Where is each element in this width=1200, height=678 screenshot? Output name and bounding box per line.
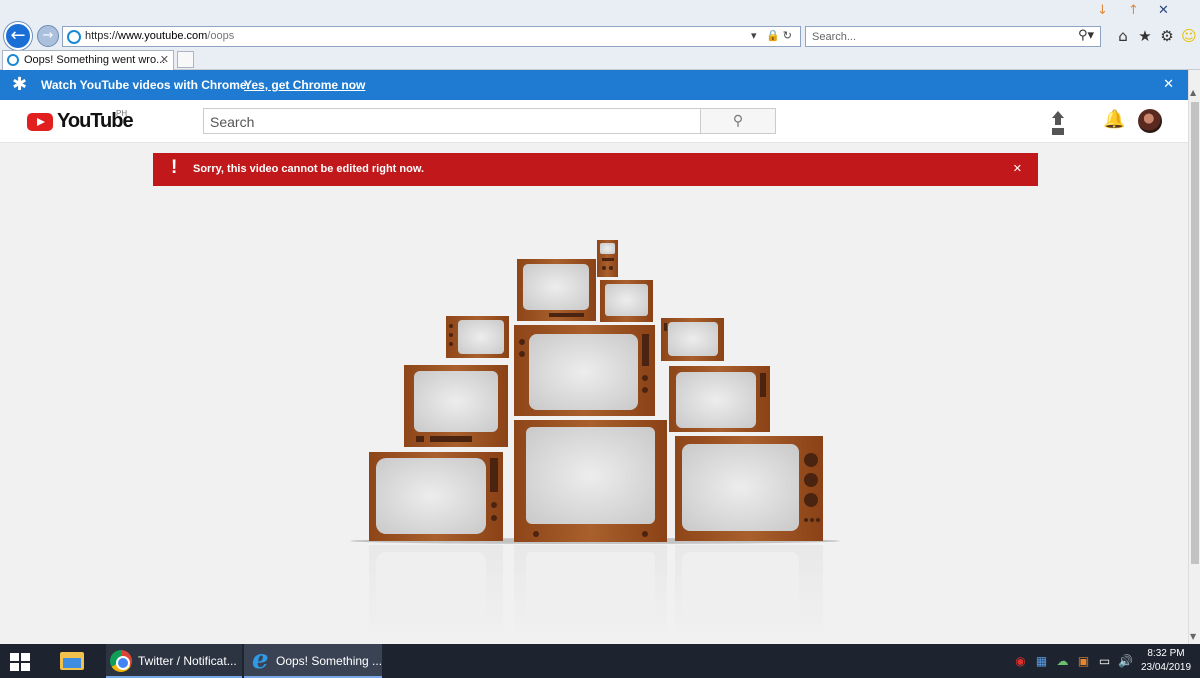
scroll-up-icon[interactable]: ▲ bbox=[1190, 88, 1196, 97]
error-message: Sorry, this video cannot be edited right… bbox=[193, 163, 425, 175]
home-icon[interactable]: ⌂ bbox=[1112, 27, 1134, 45]
tv-reflection bbox=[369, 545, 823, 635]
smiley-icon[interactable]: ☺ bbox=[1178, 27, 1200, 45]
close-window-icon[interactable]: ✕ bbox=[1158, 3, 1169, 18]
tab-close-icon[interactable]: ✕ bbox=[160, 53, 169, 66]
error-close-icon[interactable]: ✕ bbox=[1013, 162, 1022, 175]
taskbar-item-chrome[interactable]: Twitter / Notificat... bbox=[106, 644, 242, 678]
tv-small-left bbox=[446, 316, 509, 358]
tv-mid-left bbox=[404, 365, 508, 447]
get-chrome-link[interactable]: Yes, get Chrome now bbox=[244, 78, 365, 92]
scroll-thumb[interactable] bbox=[1191, 102, 1199, 564]
banner-close-icon[interactable]: ✕ bbox=[1163, 77, 1174, 92]
new-tab-button[interactable] bbox=[177, 51, 194, 68]
vertical-scrollbar[interactable]: ▲ ▼ bbox=[1188, 70, 1200, 644]
dropdown-icon[interactable]: ▾ bbox=[751, 29, 760, 42]
tv-bottom-center bbox=[514, 420, 667, 542]
file-explorer-icon[interactable] bbox=[60, 652, 84, 670]
star-icon[interactable]: ★ bbox=[1134, 27, 1156, 45]
error-alert: ! Sorry, this video cannot be edited rig… bbox=[153, 153, 1038, 186]
restore-icon[interactable]: ↑ bbox=[1128, 3, 1139, 18]
taskbar-item-label: Twitter / Notificat... bbox=[138, 654, 237, 668]
upload-icon[interactable] bbox=[1049, 111, 1067, 131]
browser-toolbar: ↓ ↑ ✕ ← → https://www.youtube.com/oops ▾… bbox=[0, 0, 1200, 70]
app-tray-icon[interactable]: ▦ bbox=[1031, 654, 1052, 668]
clock-date: 23/04/2019 bbox=[1140, 662, 1192, 673]
opera-icon[interactable]: ◉ bbox=[1010, 654, 1031, 668]
banner-message: Watch YouTube videos with Chrome. bbox=[41, 78, 250, 92]
youtube-logo-icon[interactable] bbox=[27, 113, 53, 131]
tv-bottom-right bbox=[675, 436, 823, 541]
tv-tiny bbox=[597, 240, 618, 277]
tv-small-right bbox=[661, 318, 724, 361]
taskbar-clock[interactable]: 8:32 PM 23/04/2019 bbox=[1138, 647, 1194, 675]
avast-icon[interactable]: ▣ bbox=[1073, 654, 1094, 668]
tv-mid-right bbox=[669, 366, 770, 432]
tv-stack-illustration bbox=[350, 240, 840, 635]
avatar[interactable] bbox=[1138, 109, 1162, 133]
refresh-icon[interactable]: ↻ bbox=[783, 29, 795, 42]
youtube-header: YouTube PH Search ⚲ 🔔 bbox=[0, 100, 1188, 143]
sync-icon[interactable]: ☁ bbox=[1052, 654, 1073, 668]
tab-title: Oops! Something went wro... bbox=[24, 54, 166, 66]
gear-icon[interactable]: ⚙ bbox=[1156, 27, 1178, 45]
tv-upper-right bbox=[600, 280, 653, 322]
tv-upper-left bbox=[517, 259, 596, 321]
windows-start-icon[interactable] bbox=[10, 653, 30, 671]
address-url: https://www.youtube.com/oops bbox=[85, 30, 235, 42]
tv-center-mid bbox=[514, 325, 655, 416]
scroll-down-icon[interactable]: ▼ bbox=[1190, 632, 1196, 641]
network-icon[interactable]: ▭ bbox=[1094, 654, 1115, 668]
chrome-icon bbox=[110, 650, 132, 672]
chrome-promo-banner: ✱ Watch YouTube videos with Chrome. Yes,… bbox=[0, 70, 1188, 100]
tv-bottom-left bbox=[369, 452, 503, 541]
internet-explorer-icon: e bbox=[252, 645, 269, 675]
back-button[interactable]: ← bbox=[4, 22, 32, 50]
lock-icon[interactable]: 🔒 bbox=[766, 29, 783, 42]
volume-icon[interactable]: 🔊 bbox=[1115, 654, 1136, 668]
search-icon[interactable]: ⚲▾ bbox=[1078, 28, 1094, 43]
site-favicon-icon bbox=[67, 30, 81, 44]
star-icon: ✱ bbox=[12, 74, 28, 95]
youtube-search-button[interactable]: ⚲ bbox=[700, 108, 776, 134]
notifications-bell-icon[interactable]: 🔔 bbox=[1103, 109, 1125, 130]
taskbar-item-label: Oops! Something ... bbox=[276, 654, 383, 668]
forward-button[interactable]: → bbox=[37, 25, 59, 47]
windows-taskbar: Twitter / Notificat... e Oops! Something… bbox=[0, 644, 1200, 678]
clock-time: 8:32 PM bbox=[1147, 648, 1185, 659]
youtube-search-placeholder: Search bbox=[210, 114, 255, 130]
browser-search-placeholder: Search... bbox=[812, 31, 857, 43]
region-label: PH bbox=[116, 109, 128, 118]
search-icon: ⚲ bbox=[732, 113, 744, 129]
youtube-search-input[interactable]: Search bbox=[203, 108, 701, 134]
tab-favicon-icon bbox=[7, 54, 19, 66]
taskbar-item-ie[interactable]: e Oops! Something ... bbox=[244, 644, 382, 678]
browser-search-box[interactable]: Search... ⚲▾ bbox=[805, 26, 1101, 47]
banner-punct: . bbox=[352, 78, 356, 92]
minimize-icon[interactable]: ↓ bbox=[1097, 3, 1108, 18]
alert-icon: ! bbox=[171, 157, 178, 178]
address-bar[interactable]: https://www.youtube.com/oops ▾ 🔒↻ bbox=[62, 26, 801, 47]
system-tray: ◉ ▦ ☁ ▣ ▭ 🔊 bbox=[1010, 654, 1136, 668]
tab-oops[interactable]: Oops! Something went wro... ✕ bbox=[2, 50, 174, 70]
